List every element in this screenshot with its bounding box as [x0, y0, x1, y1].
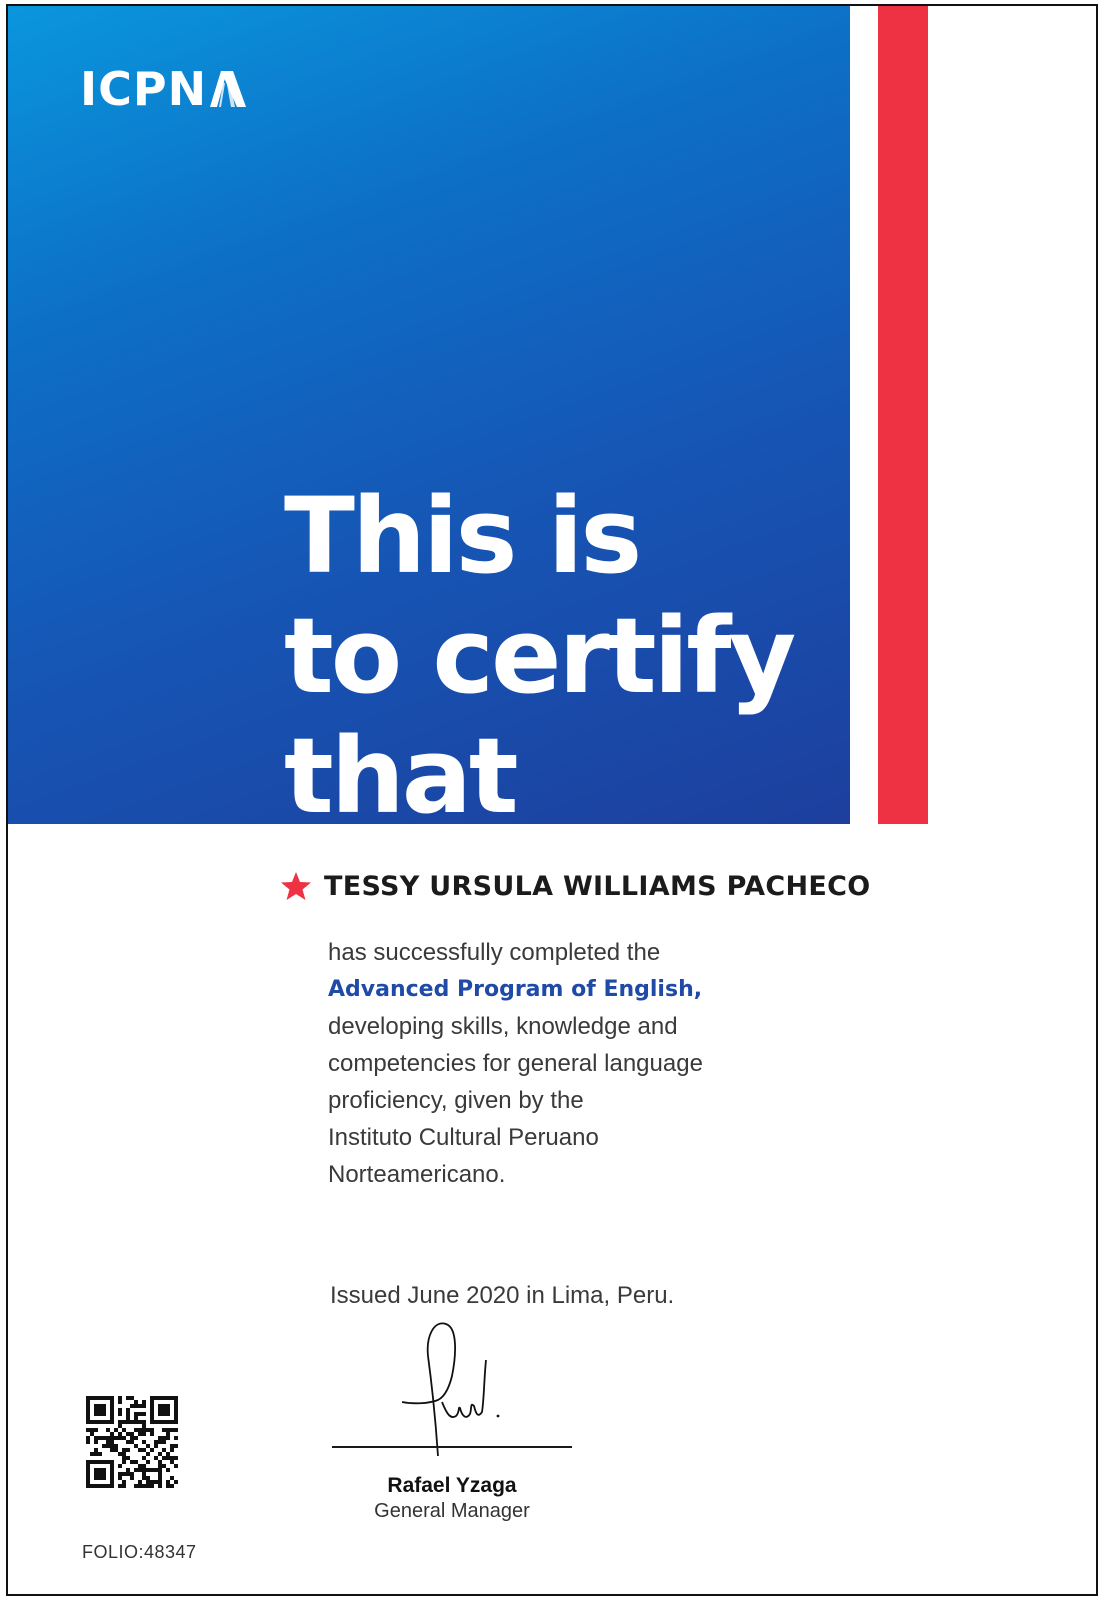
recipient-name: TESSY URSULA WILLIAMS PACHECO	[324, 870, 871, 902]
qr-code	[86, 1396, 178, 1488]
body-line: developing skills, knowledge and	[328, 1013, 678, 1040]
icpna-logo: ICPN	[80, 66, 247, 112]
signer-role: General Manager	[374, 1500, 530, 1522]
folio-number: FOLIO:48347	[82, 1542, 197, 1562]
signature-scribble	[401, 1322, 500, 1457]
certificate-page: ICPN This is to certify that TESSY URSUL…	[6, 4, 1098, 1596]
certificate-body: has successfully completed the Advanced …	[328, 934, 748, 1193]
headline-line-1: This is	[284, 475, 642, 597]
certificate-headline: This is to certify that	[284, 475, 796, 837]
logo-a-icon	[210, 71, 247, 107]
body-line: has successfully completed the	[328, 939, 661, 966]
signature-line	[332, 1446, 572, 1448]
issued-date: Issued June 2020 in Lima, Peru.	[330, 1282, 675, 1309]
body-line: Instituto Cultural Peruano	[328, 1124, 599, 1151]
star-icon	[281, 872, 311, 900]
body-line: competencies for general language	[328, 1050, 703, 1077]
body-line: proficiency, given by the	[328, 1087, 584, 1114]
red-stripe	[878, 6, 928, 824]
recipient-row: TESSY URSULA WILLIAMS PACHECO	[280, 870, 871, 902]
headline-line-2: to certify	[284, 595, 796, 717]
signer-name: Rafael Yzaga	[387, 1474, 517, 1497]
body-line: Norteamericano.	[328, 1161, 506, 1188]
logo-text: ICPN	[80, 62, 208, 116]
program-name: Advanced Program of English,	[328, 977, 703, 1002]
headline-line-3: that	[284, 715, 519, 837]
